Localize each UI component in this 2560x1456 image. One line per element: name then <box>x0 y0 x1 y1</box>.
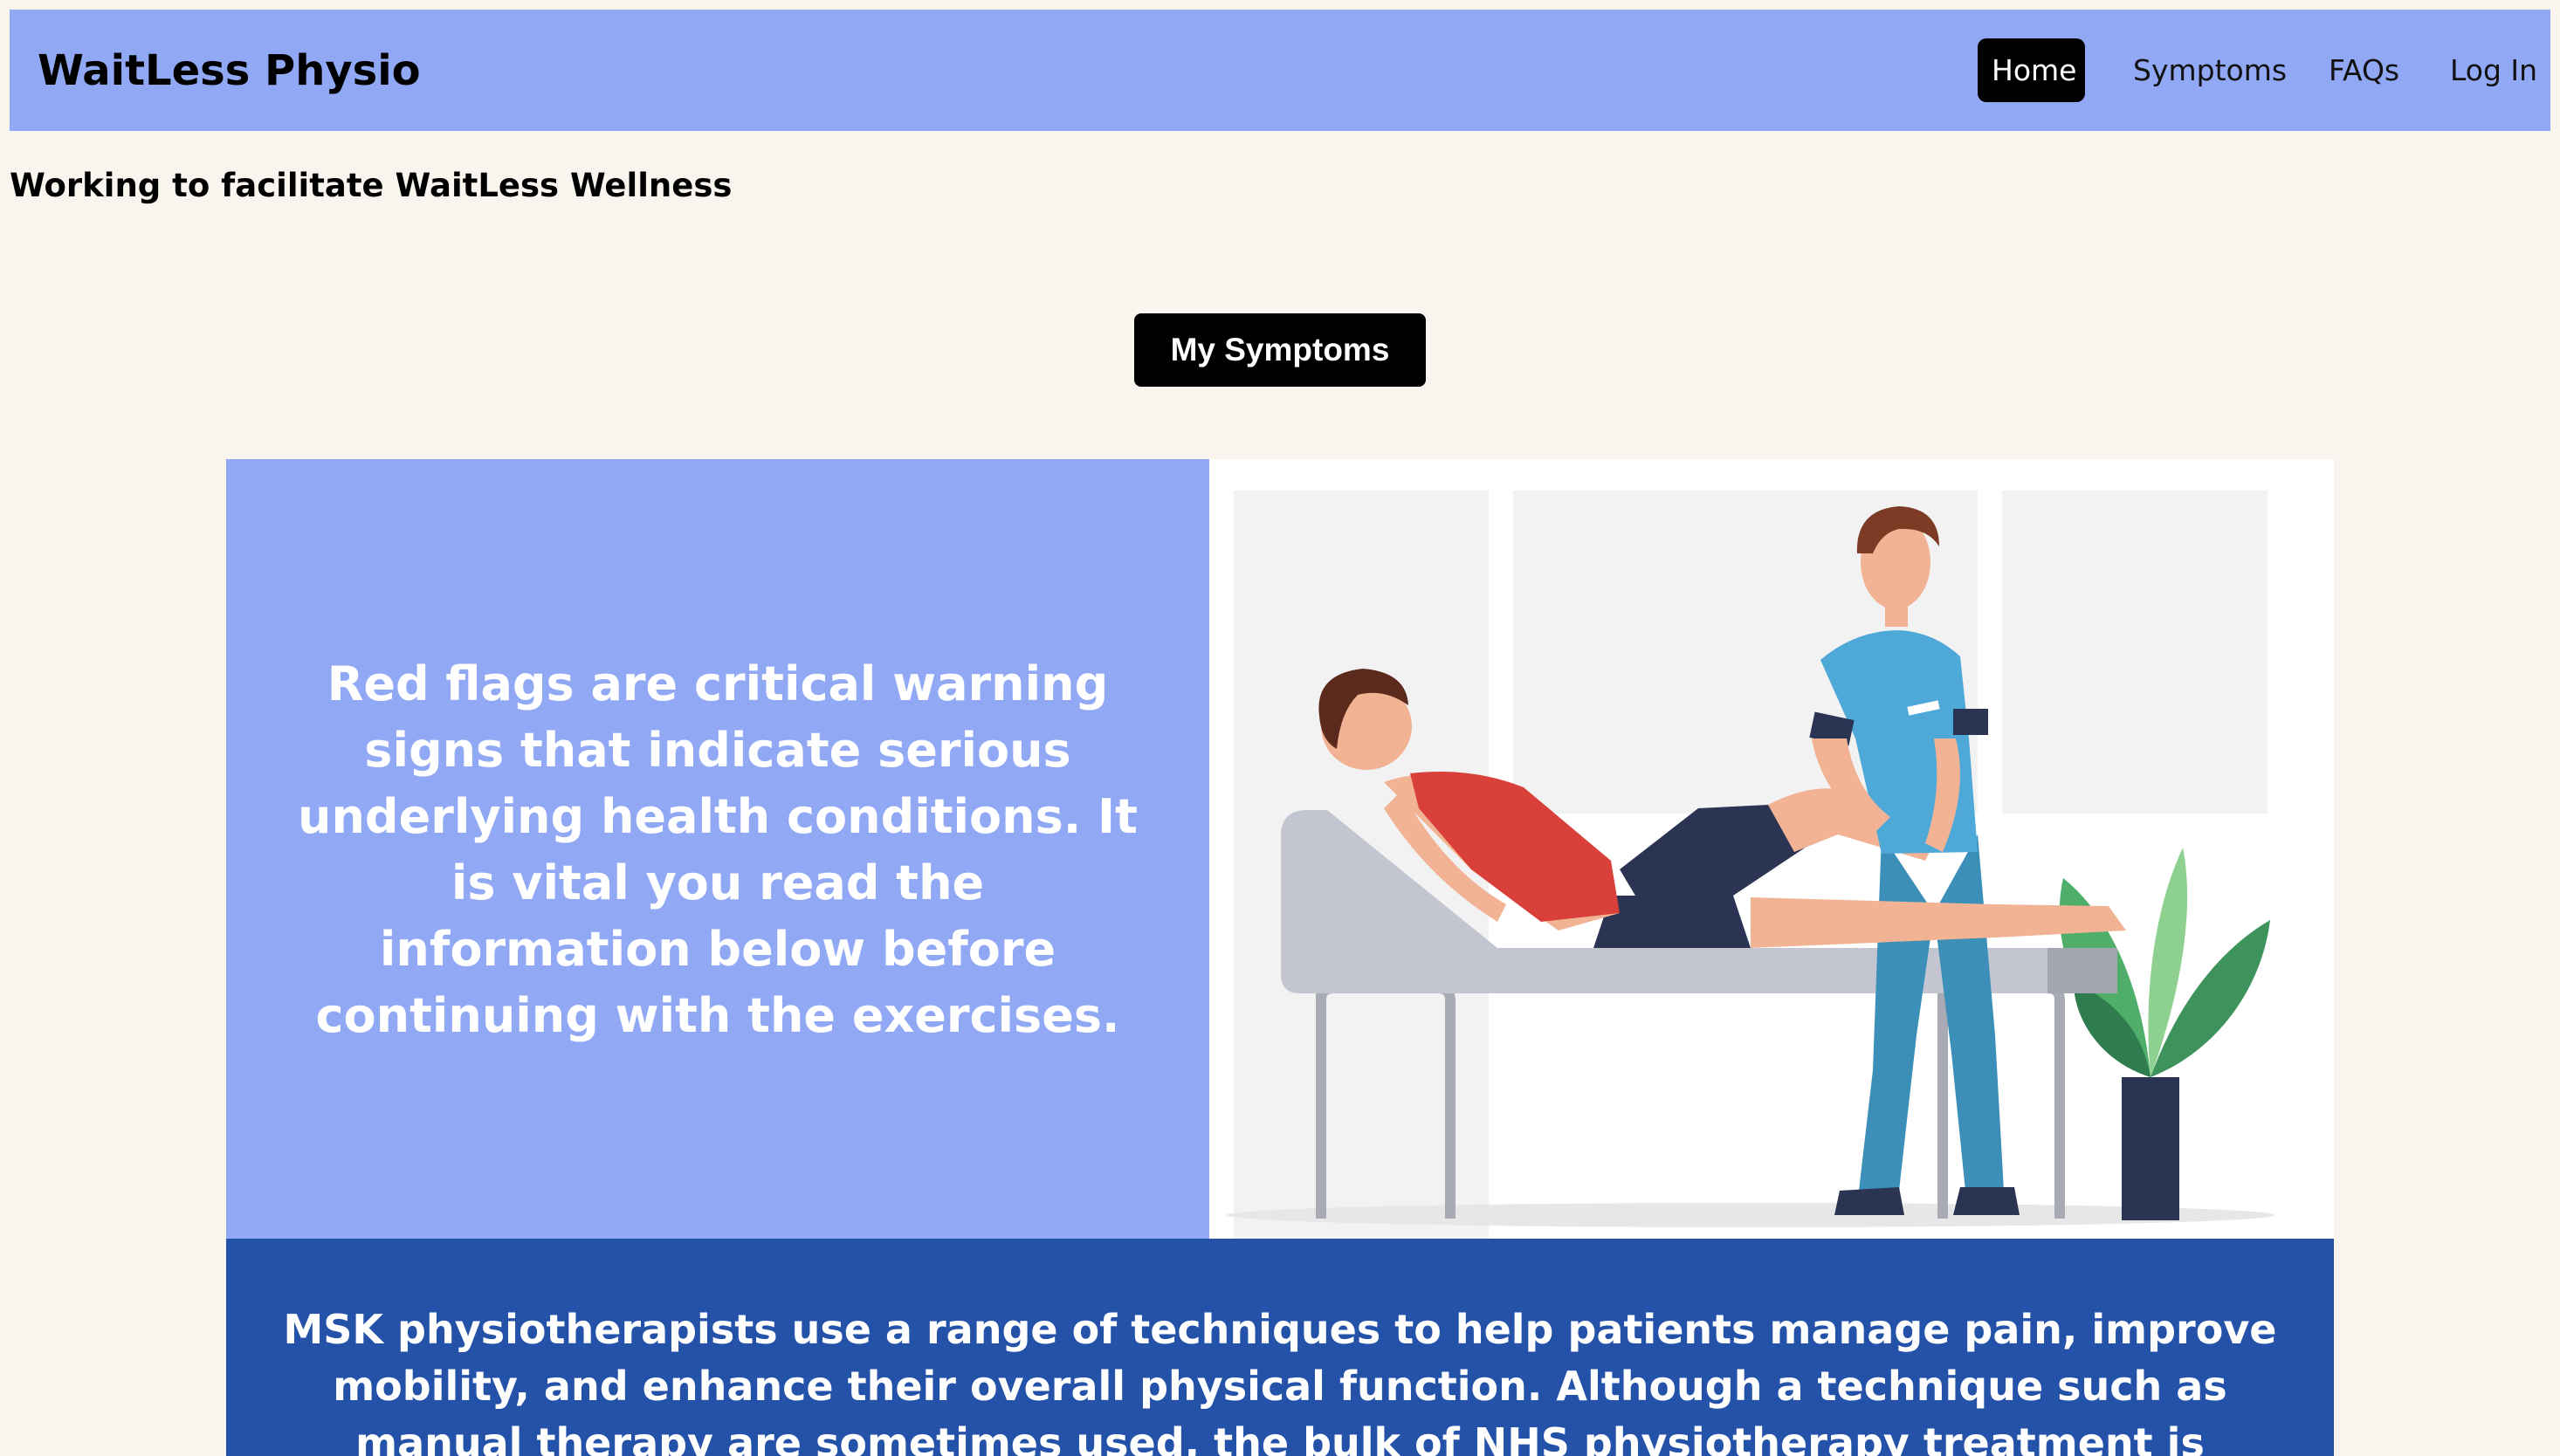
nav-login-link[interactable]: Log In <box>2436 38 2551 102</box>
nav-faqs-link[interactable]: FAQs <box>2315 38 2413 102</box>
nav-symptoms-link[interactable]: Symptoms <box>2119 38 2301 102</box>
top-navigation-bar: WaitLess Physio Home Symptoms FAQs Log I… <box>10 10 2550 131</box>
page-tagline: Working to facilitate WaitLess Wellness <box>10 167 733 204</box>
red-flags-text: Red flags are critical warning signs tha… <box>298 656 1138 1043</box>
my-symptoms-button[interactable]: My Symptoms <box>1134 313 1426 387</box>
msk-info-text: MSK physiotherapists use a range of tech… <box>283 1306 2277 1456</box>
brand-logo-text[interactable]: WaitLess Physio <box>38 45 421 97</box>
msk-info-band: MSK physiotherapists use a range of tech… <box>226 1239 2334 1456</box>
nav-home-link[interactable]: Home <box>1978 38 2085 102</box>
physiotherapy-illustration <box>1209 459 2334 1239</box>
